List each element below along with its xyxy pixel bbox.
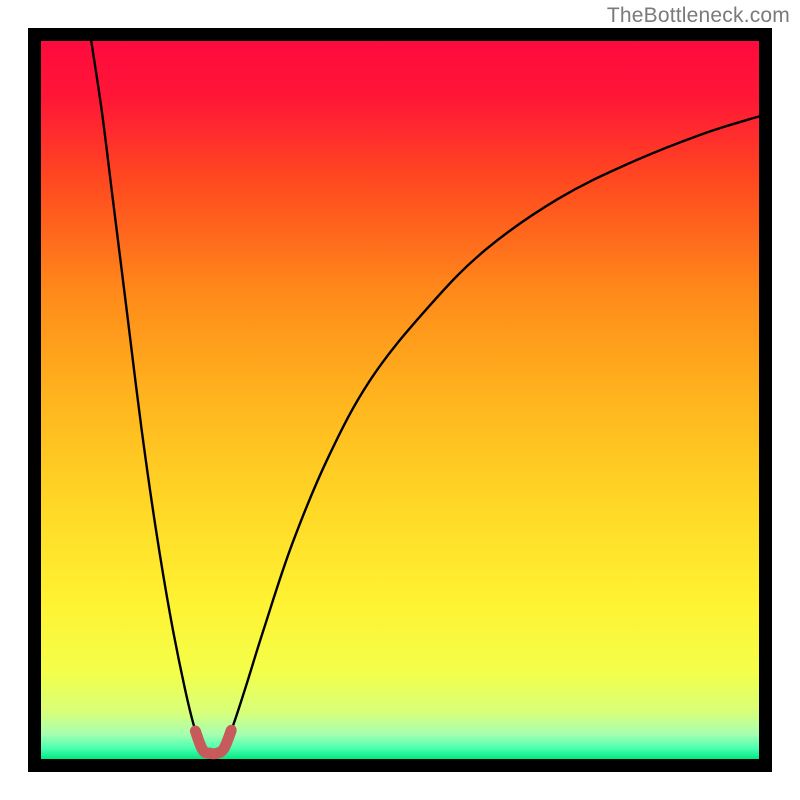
chart-frame xyxy=(28,28,772,772)
gradient-background xyxy=(41,41,759,759)
watermark-label: TheBottleneck.com xyxy=(607,4,790,28)
chart-canvas xyxy=(28,28,772,772)
